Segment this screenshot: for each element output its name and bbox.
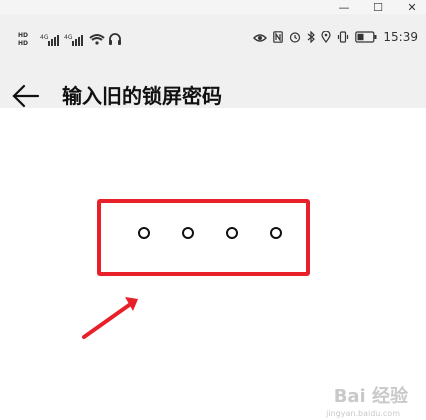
minimize-button[interactable]: — [332, 0, 356, 14]
pin-dot-4 [270, 227, 282, 239]
pin-dot-3 [226, 227, 238, 239]
bluetooth-icon [307, 28, 316, 47]
pin-dot-1 [138, 227, 150, 239]
annotation-arrow [78, 293, 148, 347]
signal-2-icon: 4G [64, 30, 86, 52]
watermark-logo: Bai 经验 [333, 386, 408, 407]
svg-text:4G: 4G [64, 34, 73, 41]
pin-dot-2 [182, 227, 194, 239]
back-button[interactable] [10, 82, 42, 110]
page-title: 输入旧的锁屏密码 [62, 84, 222, 108]
wifi-icon [88, 31, 106, 50]
alarm-icon [289, 28, 301, 47]
maximize-button[interactable]: ☐ [366, 0, 390, 14]
window-titlebar: — ☐ ✕ [0, 0, 426, 14]
hd-badge-2: HD [18, 40, 29, 47]
svg-text:4G: 4G [40, 34, 49, 41]
watermark-url: jingyan.baidu.com [326, 409, 400, 418]
signal-1-icon: 4G [40, 30, 62, 52]
hd-badge-1: HD [18, 32, 29, 39]
clock: 15:39 [383, 30, 418, 44]
close-button[interactable]: ✕ [400, 0, 424, 14]
app-bar: 输入旧的锁屏密码 [0, 74, 426, 118]
vibrate-icon [337, 28, 349, 47]
location-icon [321, 28, 332, 47]
battery-icon [355, 28, 377, 47]
headset-icon [108, 31, 122, 50]
status-bar-right: 15:39 [253, 27, 418, 47]
eye-icon [253, 28, 268, 47]
pin-entry-dots[interactable] [138, 227, 288, 243]
nfc-icon [273, 28, 284, 47]
back-arrow-icon [12, 84, 40, 108]
phone-header-area: HD HD 4G 4G 15:39 输入旧的锁屏密码 [0, 14, 426, 108]
